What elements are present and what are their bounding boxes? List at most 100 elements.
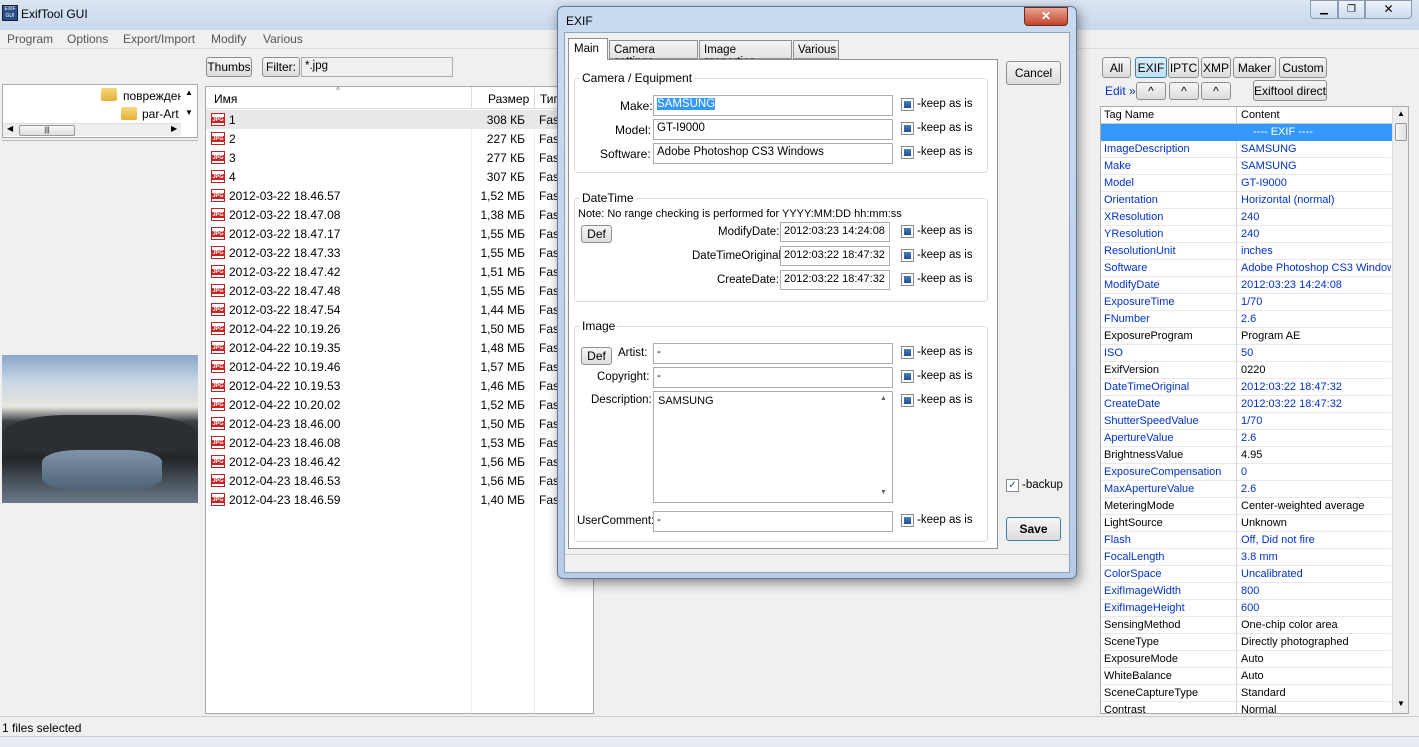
folder-tree[interactable]: повреждени ▲ par-Art ▼ ◀ ||| ▶ — [2, 84, 198, 138]
tab-xmp[interactable]: XMP — [1201, 57, 1231, 78]
artist-field[interactable]: - — [653, 343, 893, 364]
make-field[interactable]: SAMSUNG — [653, 95, 893, 116]
software-field[interactable]: Adobe Photoshop CS3 Windows — [653, 143, 893, 164]
tag-row[interactable]: ApertureValue 2.6 — [1101, 430, 1391, 447]
menu-various[interactable]: Various — [263, 32, 303, 46]
tag-row[interactable]: Software Adobe Photoshop CS3 Windows — [1101, 260, 1391, 277]
file-row[interactable]: JPG 2012-03-22 18.47.42 1,51 МБ Fas — [206, 262, 593, 281]
file-row[interactable]: JPG 2012-04-22 10.19.53 1,46 МБ Fas — [206, 376, 593, 395]
file-row[interactable]: JPG 2 227 КБ Fas — [206, 129, 593, 148]
file-list[interactable]: Имя ^ Размер Тип JPG 1 308 КБ Fas JPG 2 227 КБ… — [205, 86, 594, 714]
tag-row[interactable]: Orientation Horizontal (normal) — [1101, 192, 1391, 209]
tree-hscrollbar[interactable]: ◀ ||| ▶ — [3, 123, 181, 136]
tab-image-properties[interactable]: Image properties — [699, 40, 792, 68]
menu-options[interactable]: Options — [67, 32, 108, 46]
tag-grid[interactable]: Tag Name Content ---- EXIF ---- ImageDes… — [1100, 106, 1409, 714]
minimize-button[interactable]: ▁ — [1310, 0, 1338, 19]
column-separator[interactable] — [471, 87, 472, 109]
modifydate-field[interactable]: 2012:03:23 14:24:08 — [780, 222, 890, 242]
tag-row[interactable]: ExifVersion 0220 — [1101, 362, 1391, 379]
tag-row[interactable]: ExifImageWidth 800 — [1101, 583, 1391, 600]
tab-various[interactable]: Various — [793, 40, 839, 59]
tag-row[interactable]: FocalLength 3.8 mm — [1101, 549, 1391, 566]
usercomment-field[interactable]: - — [653, 511, 893, 532]
tab-main[interactable]: Main — [568, 38, 608, 60]
tag-row[interactable]: Model GT-I9000 — [1101, 175, 1391, 192]
tree-item[interactable]: повреждени — [123, 89, 181, 103]
tag-grid-vscrollbar[interactable]: ▲ ▼ — [1392, 107, 1408, 713]
keep-software-checkbox[interactable] — [901, 146, 914, 159]
file-row[interactable]: JPG 2012-04-22 10.19.35 1,48 МБ Fas — [206, 338, 593, 357]
tag-row[interactable]: ColorSpace Uncalibrated — [1101, 566, 1391, 583]
file-row[interactable]: JPG 2012-04-23 18.46.42 1,56 МБ Fas — [206, 452, 593, 471]
keep-copyright-checkbox[interactable] — [901, 370, 914, 383]
tag-row[interactable]: DateTimeOriginal 2012:03:22 18:47:32 — [1101, 379, 1391, 396]
tag-row[interactable]: ExposureCompensation 0 — [1101, 464, 1391, 481]
image-def-button[interactable]: Def — [581, 347, 612, 365]
tree-item[interactable]: par-Art — [142, 107, 179, 121]
copyright-field[interactable]: - — [653, 367, 893, 388]
keep-usercomment-checkbox[interactable] — [901, 514, 914, 527]
file-row[interactable]: JPG 2012-04-23 18.46.59 1,40 МБ Fas — [206, 490, 593, 509]
tag-row[interactable]: CreateDate 2012:03:22 18:47:32 — [1101, 396, 1391, 413]
tag-row[interactable]: SensingMethod One-chip color area — [1101, 617, 1391, 634]
move-up-button-3[interactable]: ^ — [1201, 82, 1231, 100]
file-row[interactable]: JPG 2012-04-22 10.19.46 1,57 МБ Fas — [206, 357, 593, 376]
maximize-button[interactable]: ❐ — [1338, 0, 1365, 19]
createdate-field[interactable]: 2012:03:22 18:47:32 — [780, 270, 890, 290]
file-row[interactable]: JPG 1 308 КБ Fas — [206, 110, 593, 129]
column-header-content[interactable]: Content — [1241, 109, 1280, 121]
tag-row[interactable]: ExposureTime 1/70 — [1101, 294, 1391, 311]
tag-row[interactable]: FNumber 2.6 — [1101, 311, 1391, 328]
keep-artist-checkbox[interactable] — [901, 346, 914, 359]
tab-camera-settings[interactable]: Camera settings — [609, 40, 698, 68]
tag-row[interactable]: ISO 50 — [1101, 345, 1391, 362]
group-header-row[interactable]: ---- EXIF ---- — [1101, 124, 1392, 141]
tag-row[interactable]: MeteringMode Center-weighted average — [1101, 498, 1391, 515]
tab-exif[interactable]: EXIF — [1135, 57, 1167, 78]
file-row[interactable]: JPG 2012-03-22 18.47.54 1,44 МБ Fas — [206, 300, 593, 319]
column-separator[interactable] — [1236, 107, 1237, 124]
tag-row[interactable]: ModifyDate 2012:03:23 14:24:08 — [1101, 277, 1391, 294]
file-row[interactable]: JPG 2012-04-22 10.20.02 1,52 МБ Fas — [206, 395, 593, 414]
file-row[interactable]: JPG 2012-03-22 18.47.17 1,55 МБ Fas — [206, 224, 593, 243]
tag-row[interactable]: YResolution 240 — [1101, 226, 1391, 243]
scroll-up-icon[interactable]: ▲ — [1397, 109, 1405, 118]
close-window-button[interactable]: ✕ — [1365, 0, 1412, 19]
filter-input[interactable]: *.jpg — [301, 57, 453, 77]
file-row[interactable]: JPG 4 307 КБ Fas — [206, 167, 593, 186]
cancel-button[interactable]: Cancel — [1006, 61, 1061, 85]
tag-row[interactable]: WhiteBalance Auto — [1101, 668, 1391, 685]
tree-scroll-down-icon[interactable]: ▼ — [185, 108, 193, 117]
file-row[interactable]: JPG 2012-03-22 18.47.48 1,55 МБ Fas — [206, 281, 593, 300]
column-header-size[interactable]: Размер — [488, 92, 529, 106]
tag-row[interactable]: SceneType Directly photographed — [1101, 634, 1391, 651]
tab-iptc[interactable]: IPTC — [1168, 57, 1199, 78]
move-up-button[interactable]: ^ — [1136, 82, 1166, 100]
scroll-down-icon[interactable]: ▼ — [1397, 699, 1405, 708]
tab-all[interactable]: All — [1102, 57, 1131, 78]
model-field[interactable]: GT-I9000 — [653, 119, 893, 140]
textarea-scroll-up-icon[interactable]: ▲ — [880, 395, 887, 402]
menu-export-import[interactable]: Export/Import — [123, 32, 195, 46]
datetimeoriginal-field[interactable]: 2012:03:22 18:47:32 — [780, 246, 890, 266]
backup-checkbox[interactable]: ✓ — [1006, 479, 1019, 492]
file-row[interactable]: JPG 2012-04-22 10.19.26 1,50 МБ Fas — [206, 319, 593, 338]
textarea-scroll-down-icon[interactable]: ▼ — [880, 489, 887, 496]
file-row[interactable]: JPG 2012-04-23 18.46.08 1,53 МБ Fas — [206, 433, 593, 452]
tree-scroll-up-icon[interactable]: ▲ — [185, 88, 193, 97]
file-row[interactable]: JPG 3 277 КБ Fas — [206, 148, 593, 167]
keep-description-checkbox[interactable] — [901, 394, 914, 407]
edit-link[interactable]: Edit » — [1105, 84, 1136, 98]
tag-row[interactable]: ImageDescription SAMSUNG — [1101, 141, 1391, 158]
tag-row[interactable]: Make SAMSUNG — [1101, 158, 1391, 175]
move-up-button-2[interactable]: ^ — [1169, 82, 1199, 100]
scroll-thumb[interactable]: ||| — [19, 125, 75, 136]
tag-row[interactable]: ResolutionUnit inches — [1101, 243, 1391, 260]
file-row[interactable]: JPG 2012-03-22 18.47.33 1,55 МБ Fas — [206, 243, 593, 262]
tag-row[interactable]: Flash Off, Did not fire — [1101, 532, 1391, 549]
save-button[interactable]: Save — [1006, 517, 1061, 541]
tab-maker[interactable]: Maker — [1233, 57, 1276, 78]
file-row[interactable]: JPG 2012-04-23 18.46.00 1,50 МБ Fas — [206, 414, 593, 433]
keep-model-checkbox[interactable] — [901, 122, 914, 135]
